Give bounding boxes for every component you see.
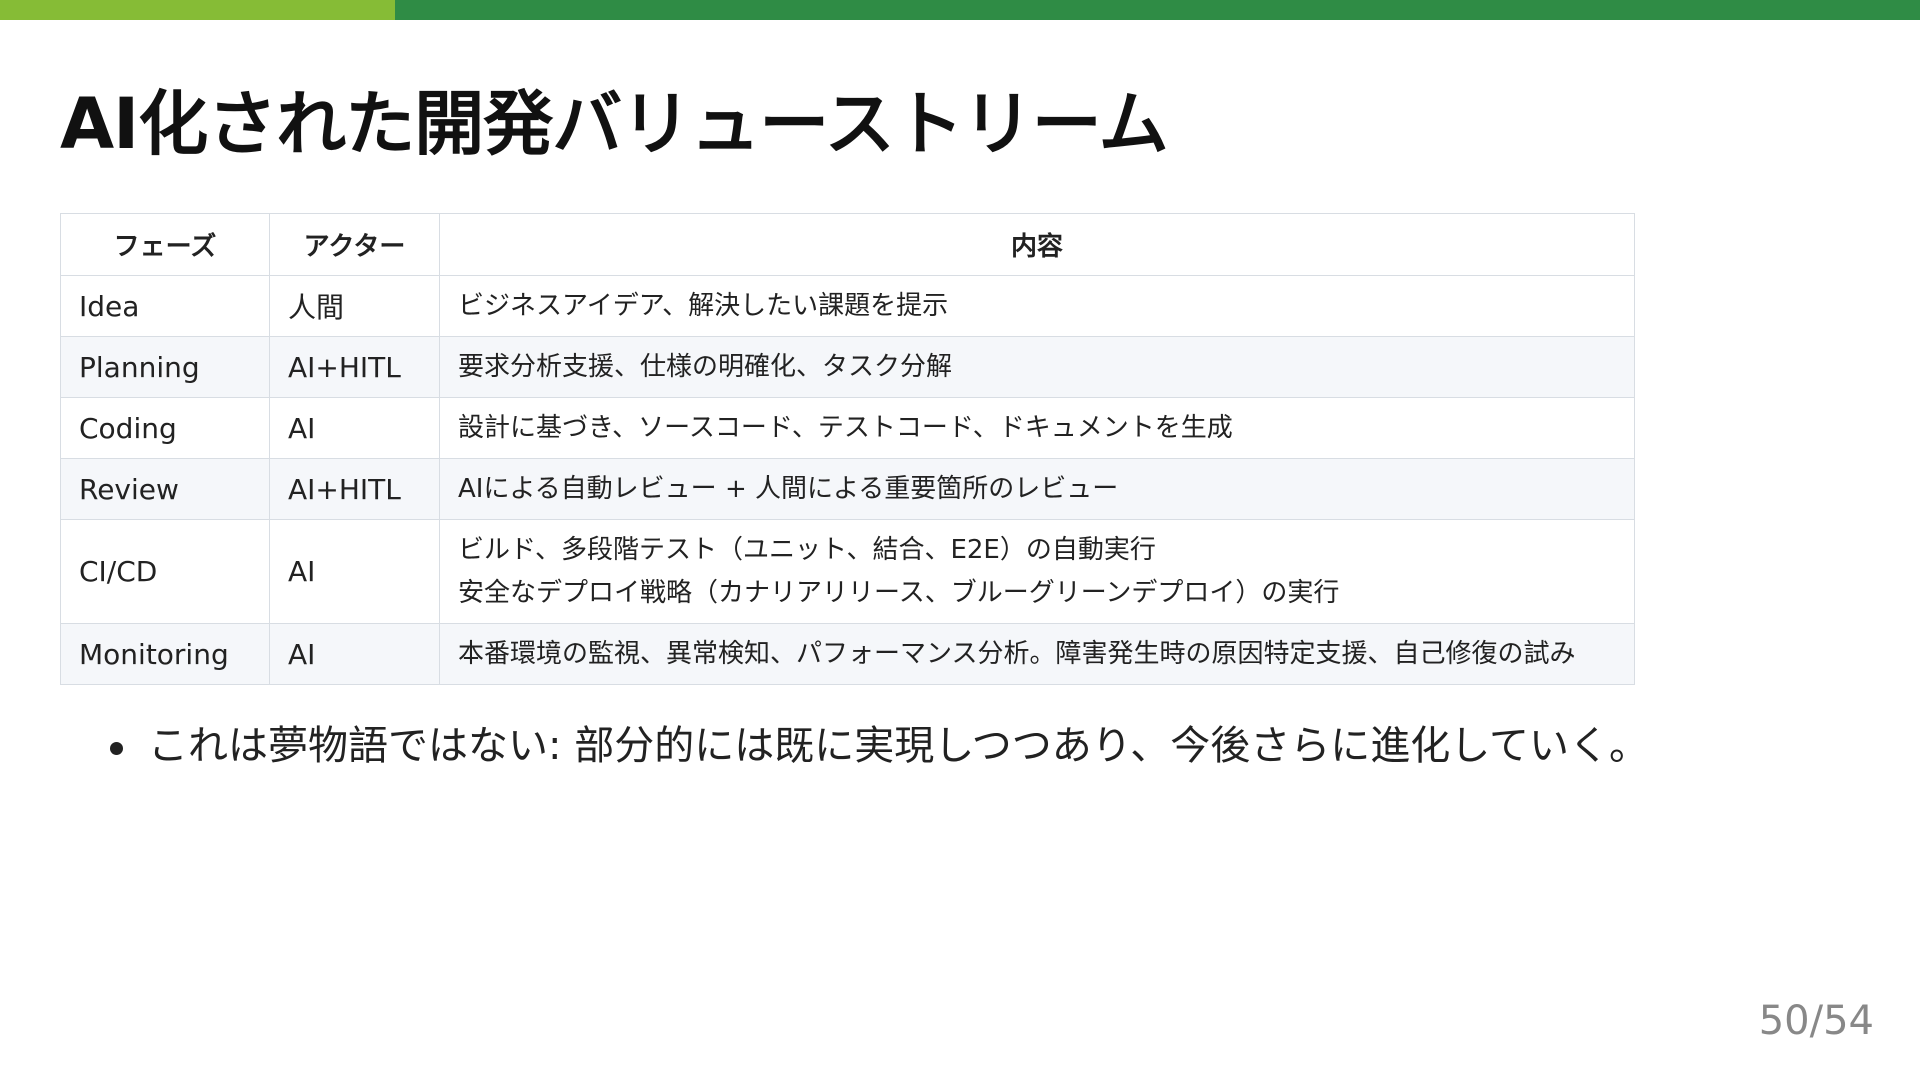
content-cell: ビジネスアイデア、解決したい課題を提示: [439, 275, 1635, 337]
actor-cell: AI: [269, 623, 440, 685]
bullet-dot-icon: [110, 742, 123, 755]
table-row-review: Review AI+HITL AIによる自動レビュー + 人間による重要箇所のレ…: [60, 458, 1635, 520]
phase-cell: Review: [60, 458, 270, 520]
top-accent-bar: [0, 0, 1920, 20]
bullet-item: これは夢物語ではない: 部分的には既に実現しつつあり、今後さらに進化していく。: [110, 718, 1649, 774]
content-cell: AIによる自動レビュー + 人間による重要箇所のレビュー: [439, 458, 1635, 520]
actor-cell: AI+HITL: [269, 336, 440, 398]
content-cell: 本番環境の監視、異常検知、パフォーマンス分析。障害発生時の原因特定支援、自己修復…: [439, 623, 1635, 685]
actor-cell: 人間: [269, 275, 440, 337]
content-line: 安全なデプロイ戦略（カナリアリリース、ブルーグリーンデプロイ）の実行: [458, 577, 1340, 608]
content-cell: 設計に基づき、ソースコード、テストコード、ドキュメントを生成: [439, 397, 1635, 459]
top-accent-bar-dark: [395, 0, 1920, 20]
content-line: ビジネスアイデア、解決したい課題を提示: [458, 290, 949, 321]
phase-cell: Monitoring: [60, 623, 270, 685]
table-row-coding: Coding AI 設計に基づき、ソースコード、テストコード、ドキュメントを生成: [60, 397, 1635, 459]
header-actor: アクター: [269, 213, 440, 276]
content-line: 本番環境の監視、異常検知、パフォーマンス分析。障害発生時の原因特定支援、自己修復…: [458, 638, 1576, 669]
content-line: 要求分析支援、仕様の明確化、タスク分解: [458, 351, 953, 382]
actor-cell: AI: [269, 519, 440, 624]
header-phase: フェーズ: [60, 213, 270, 276]
value-stream-table: フェーズ アクター 内容 Idea 人間 ビジネスアイデア、解決したい課題を提示…: [60, 213, 1635, 685]
actor-cell: AI: [269, 397, 440, 459]
content-line: 設計に基づき、ソースコード、テストコード、ドキュメントを生成: [458, 412, 1233, 443]
slide-title: AI化された開発バリューストリーム: [60, 83, 1169, 165]
table-row-idea: Idea 人間 ビジネスアイデア、解決したい課題を提示: [60, 275, 1635, 337]
phase-cell: Idea: [60, 275, 270, 337]
content-line: AIによる自動レビュー + 人間による重要箇所のレビュー: [458, 473, 1119, 504]
content-line: ビルド、多段階テスト（ユニット、結合、E2E）の自動実行: [458, 534, 1156, 565]
phase-cell: Coding: [60, 397, 270, 459]
bullet-list: これは夢物語ではない: 部分的には既に実現しつつあり、今後さらに進化していく。: [110, 718, 1649, 774]
content-cell: ビルド、多段階テスト（ユニット、結合、E2E）の自動実行 安全なデプロイ戦略（カ…: [439, 519, 1635, 624]
table-row-planning: Planning AI+HITL 要求分析支援、仕様の明確化、タスク分解: [60, 336, 1635, 398]
page-number: 50/54: [1758, 998, 1874, 1044]
table-header-row: フェーズ アクター 内容: [60, 213, 1635, 276]
bullet-text: これは夢物語ではない: 部分的には既に実現しつつあり、今後さらに進化していく。: [148, 723, 1649, 769]
phase-cell: Planning: [60, 336, 270, 398]
phase-cell: CI/CD: [60, 519, 270, 624]
table-row-cicd: CI/CD AI ビルド、多段階テスト（ユニット、結合、E2E）の自動実行 安全…: [60, 519, 1635, 624]
top-accent-bar-light: [0, 0, 395, 20]
table-row-monitoring: Monitoring AI 本番環境の監視、異常検知、パフォーマンス分析。障害発…: [60, 623, 1635, 685]
header-content: 内容: [439, 213, 1635, 276]
content-cell: 要求分析支援、仕様の明確化、タスク分解: [439, 336, 1635, 398]
actor-cell: AI+HITL: [269, 458, 440, 520]
